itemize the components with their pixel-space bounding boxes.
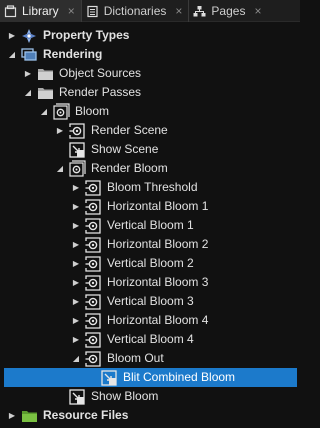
tree-item[interactable]: ▶ Bloom Threshold: [0, 178, 300, 197]
chevron-down-icon[interactable]: ◢: [23, 83, 33, 102]
tab-library[interactable]: Library ×: [0, 0, 81, 22]
rendering-icon: [20, 46, 38, 63]
tree-item[interactable]: ▶ Horizontal Bloom 2: [0, 235, 300, 254]
chevron-right-icon[interactable]: ▶: [71, 311, 81, 330]
render-pass-icon: [84, 350, 102, 367]
chevron-right-icon[interactable]: ▶: [71, 273, 81, 292]
tree-item-label: Property Types: [43, 28, 130, 42]
tab-bar: Library × Dictionaries × Pages ×: [0, 0, 300, 22]
tree-item-label: Vertical Bloom 3: [107, 294, 194, 308]
close-icon[interactable]: ×: [254, 4, 261, 18]
tree-item-label: Bloom Out: [107, 351, 164, 365]
render-pass-group-icon: [52, 103, 70, 120]
tab-label: Pages: [211, 4, 246, 18]
folder-icon: [36, 65, 54, 82]
tree-item-label: Vertical Bloom 2: [107, 256, 194, 270]
tree-item-label: Object Sources: [59, 66, 142, 80]
tree-item-label: Bloom: [75, 104, 110, 118]
tree-item[interactable]: ▶ Object Sources: [0, 64, 300, 83]
tree-item[interactable]: ▶ Resource Files: [0, 406, 300, 425]
tree-item-label: Render Passes: [59, 85, 142, 99]
tree-item[interactable]: Show Scene: [0, 140, 300, 159]
tree-item-label: Horizontal Bloom 4: [107, 313, 209, 327]
chevron-right-icon[interactable]: ▶: [71, 216, 81, 235]
chevron-down-icon[interactable]: ◢: [7, 45, 17, 64]
blit-icon: [100, 369, 118, 386]
chevron-right-icon[interactable]: ▶: [23, 64, 33, 83]
tree-item-label: Blit Combined Bloom: [123, 370, 236, 384]
render-pass-icon: [84, 236, 102, 253]
chevron-right-icon[interactable]: ▶: [55, 121, 65, 140]
render-pass-icon: [84, 179, 102, 196]
render-pass-icon: [84, 274, 102, 291]
chevron-right-icon[interactable]: ▶: [71, 178, 81, 197]
tree-item-label: Show Scene: [91, 142, 159, 156]
tree-item[interactable]: ▶ Vertical Bloom 4: [0, 330, 300, 349]
render-pass-group-icon: [68, 160, 86, 177]
tree-item-label: Bloom Threshold: [107, 180, 198, 194]
render-pass-icon: [84, 331, 102, 348]
chevron-down-icon[interactable]: ◢: [71, 349, 81, 368]
tree-item[interactable]: ▶ Horizontal Bloom 3: [0, 273, 300, 292]
chevron-right-icon[interactable]: ▶: [7, 406, 17, 425]
tree-item-label: Resource Files: [43, 408, 129, 422]
tab-dictionaries[interactable]: Dictionaries ×: [82, 0, 189, 22]
tree-item[interactable]: ▶ Vertical Bloom 3: [0, 292, 300, 311]
tree-item[interactable]: ▶ Horizontal Bloom 4: [0, 311, 300, 330]
chevron-right-icon[interactable]: ▶: [71, 235, 81, 254]
tree-item[interactable]: Show Bloom: [0, 387, 300, 406]
chevron-right-icon[interactable]: ▶: [71, 292, 81, 311]
tab-pages[interactable]: Pages ×: [189, 0, 267, 22]
tree-item[interactable]: ◢ Rendering: [0, 45, 300, 64]
blit-icon: [68, 388, 86, 405]
tab-label: Library: [22, 4, 59, 18]
tree-item-label: Horizontal Bloom 3: [107, 275, 209, 289]
tree-item[interactable]: ▶ Vertical Bloom 1: [0, 216, 300, 235]
tree-item[interactable]: ◢ Bloom: [0, 102, 300, 121]
chevron-right-icon[interactable]: ▶: [71, 330, 81, 349]
tree-item[interactable]: ▶ Horizontal Bloom 1: [0, 197, 300, 216]
render-pass-icon: [84, 217, 102, 234]
blit-icon: [68, 141, 86, 158]
folder-icon: [36, 84, 54, 101]
chevron-down-icon[interactable]: ◢: [39, 102, 49, 121]
tab-label: Dictionaries: [103, 4, 167, 18]
tree-item-label: Vertical Bloom 4: [107, 332, 194, 346]
tree-item[interactable]: Blit Combined Bloom: [0, 368, 300, 387]
folder-icon: [20, 407, 38, 424]
tree-item-label: Horizontal Bloom 1: [107, 199, 209, 213]
tree-item[interactable]: ◢ Bloom Out: [0, 349, 300, 368]
render-pass-icon: [84, 312, 102, 329]
render-pass-icon: [68, 122, 86, 139]
tree-item[interactable]: ▶ Render Scene: [0, 121, 300, 140]
render-pass-icon: [84, 255, 102, 272]
render-pass-icon: [84, 293, 102, 310]
tree-item[interactable]: ▶ Vertical Bloom 2: [0, 254, 300, 273]
tree-item-label: Rendering: [43, 47, 103, 61]
tree-item[interactable]: ◢ Render Passes: [0, 83, 300, 102]
close-icon[interactable]: ×: [175, 4, 182, 18]
tree-item-label: Vertical Bloom 1: [107, 218, 194, 232]
close-icon[interactable]: ×: [68, 4, 75, 18]
tree-item-label: Render Scene: [91, 123, 168, 137]
tree-item-label: Show Bloom: [91, 389, 159, 403]
tree-item-label: Render Bloom: [91, 161, 168, 175]
chevron-right-icon[interactable]: ▶: [71, 254, 81, 273]
chevron-right-icon[interactable]: ▶: [7, 26, 17, 45]
chevron-down-icon[interactable]: ◢: [55, 159, 65, 178]
library-icon: [4, 4, 17, 18]
tree-item-label: Horizontal Bloom 2: [107, 237, 209, 251]
dictionary-icon: [86, 5, 99, 18]
render-pass-icon: [84, 198, 102, 215]
chevron-right-icon[interactable]: ▶: [71, 197, 81, 216]
tree-item[interactable]: ◢ Render Bloom: [0, 159, 300, 178]
pages-icon: [193, 5, 206, 18]
tree-item[interactable]: ▶ Property Types: [0, 26, 300, 45]
property-types-icon: [20, 27, 38, 44]
